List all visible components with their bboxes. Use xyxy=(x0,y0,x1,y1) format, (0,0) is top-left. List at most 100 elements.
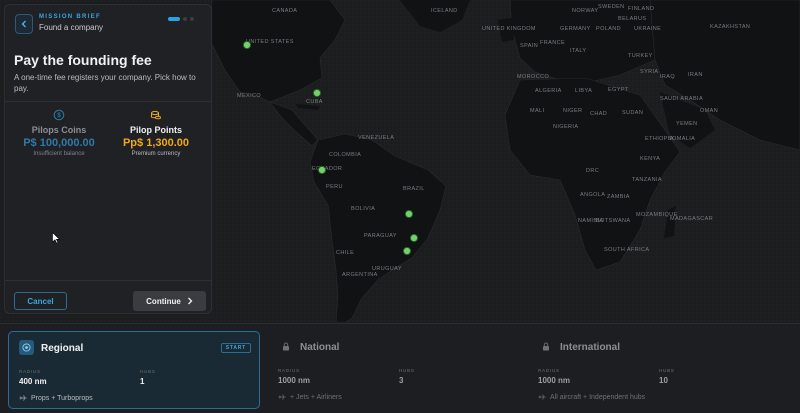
map-label: SWEDEN xyxy=(598,4,625,10)
tier-name: International xyxy=(560,342,621,353)
tier-card-regional[interactable]: Regional START RADIUS 400 nm HUBS 1 Prop… xyxy=(8,331,260,409)
map-label: SYRIA xyxy=(640,69,659,75)
radius-label: RADIUS xyxy=(538,368,560,373)
option-name: Pilops Coins xyxy=(31,125,87,135)
map-label: TURKEY xyxy=(628,53,653,59)
tier-card-international[interactable]: International RADIUS 1000 nm HUBS 10 All… xyxy=(528,331,780,409)
map-label: PARAGUAY xyxy=(364,233,397,239)
map-label: VENEZUELA xyxy=(358,135,394,141)
hubs-label: HUBS xyxy=(399,368,415,373)
lock-icon xyxy=(538,339,553,354)
map-label: CHILE xyxy=(336,250,354,256)
map-label: BRAZIL xyxy=(403,186,425,192)
radius-value: 1000 nm xyxy=(538,376,571,385)
map-label: MALI xyxy=(530,108,545,114)
map-label: IRAN xyxy=(688,72,703,78)
tier-footer-text: Props + Turboprops xyxy=(31,394,93,402)
plane-icon xyxy=(538,394,546,400)
map-label: UKRAINE xyxy=(634,26,661,32)
mouse-cursor-icon xyxy=(52,232,60,244)
tier-footer: All aircraft + Independent hubs xyxy=(538,393,645,401)
map-label: OMAN xyxy=(700,108,718,114)
chevron-right-icon xyxy=(187,297,193,305)
map-label: CUBA xyxy=(306,99,323,105)
map-label: COLOMBIA xyxy=(329,152,361,158)
chevron-left-icon xyxy=(21,20,26,28)
hub-marker xyxy=(404,209,414,219)
mission-brief-panel: MISSION BRIEF Found a company Pay the fo… xyxy=(4,4,212,314)
map-label: FRANCE xyxy=(540,40,565,46)
map-label: MADAGASCAR xyxy=(670,216,713,222)
option-note: Insufficient balance xyxy=(33,151,85,157)
tier-name: National xyxy=(300,342,340,353)
continue-label: Continue xyxy=(146,296,181,306)
map-label: ITALY xyxy=(570,48,586,54)
hub-marker xyxy=(312,88,322,98)
map-label: NIGER xyxy=(563,108,582,114)
target-icon xyxy=(19,340,34,355)
map-label: NIGERIA xyxy=(553,124,578,130)
back-button[interactable] xyxy=(15,14,33,34)
map-label: ZAMBIA xyxy=(607,194,630,200)
tier-footer: + Jets + Airliners xyxy=(278,393,342,401)
map-label: MOROCCO xyxy=(517,74,549,80)
map-label: SOMALIA xyxy=(668,136,695,142)
radius-value: 1000 nm xyxy=(278,376,311,385)
option-note: Premium currency xyxy=(131,151,181,157)
map-label: TANZANIA xyxy=(632,177,662,183)
tier-selector: Regional START RADIUS 400 nm HUBS 1 Prop… xyxy=(0,323,800,413)
map-label: CHAD xyxy=(590,111,607,117)
map-label: KENYA xyxy=(640,156,660,162)
hubs-value: 1 xyxy=(140,377,145,386)
tier-card-national[interactable]: National RADIUS 1000 nm HUBS 3 + Jets + … xyxy=(268,331,520,409)
map-label: GERMANY xyxy=(560,26,591,32)
hubs-value: 3 xyxy=(399,376,404,385)
map-label: SAUDI ARABIA xyxy=(660,96,703,102)
divider xyxy=(5,280,211,281)
cancel-button[interactable]: Cancel xyxy=(14,292,67,310)
tier-footer: Props + Turboprops xyxy=(19,394,93,402)
divider xyxy=(5,101,211,102)
tier-name: Regional xyxy=(41,343,84,354)
plane-icon xyxy=(278,394,286,400)
map-label: NORWAY xyxy=(572,8,598,14)
continue-button[interactable]: Continue xyxy=(133,291,206,311)
tier-footer-text: + Jets + Airliners xyxy=(290,393,342,401)
radius-label: RADIUS xyxy=(278,368,300,373)
option-name: Pilop Points xyxy=(129,125,182,135)
lock-icon xyxy=(278,339,293,354)
map-label: MEXICO xyxy=(237,93,261,99)
map-label: POLAND xyxy=(596,26,621,32)
start-badge: START xyxy=(220,343,251,353)
map-label: PERU xyxy=(326,184,343,190)
hub-marker xyxy=(317,165,327,175)
map-label: UNITED KINGDOM xyxy=(482,26,536,32)
coins-stack-icon xyxy=(151,110,161,120)
fee-description: A one-time fee registers your company. P… xyxy=(14,73,196,93)
hub-marker xyxy=(402,246,412,256)
hubs-label: HUBS xyxy=(659,368,675,373)
pay-with-pilops-coins[interactable]: $ Pilops Coins P$ 100,000.00 Insufficien… xyxy=(13,109,105,169)
radius-value: 400 nm xyxy=(19,377,47,386)
brief-subtitle: Found a company xyxy=(39,23,104,32)
option-value: Pp$ 1,300.00 xyxy=(122,137,190,149)
plane-icon xyxy=(19,395,27,401)
step-dot xyxy=(190,17,194,21)
map-label: ECUADOR xyxy=(312,166,342,172)
map-label: SOUTH AFRICA xyxy=(604,247,649,253)
map-label: ICELAND xyxy=(431,8,458,14)
map-label: CANADA xyxy=(272,8,297,14)
step-indicator xyxy=(168,17,194,21)
option-value: P$ 100,000.00 xyxy=(23,137,95,149)
map-label: ARGENTINA xyxy=(342,272,378,278)
map-label: UNITED STATES xyxy=(246,39,294,45)
coin-icon: $ xyxy=(53,109,65,121)
map-label: BELARUS xyxy=(618,16,646,22)
map-label: ANGOLA xyxy=(580,192,605,198)
hub-marker xyxy=(409,233,419,243)
map-label: KAZAKHSTAN xyxy=(710,24,750,30)
map-label: LIBYA xyxy=(575,88,592,94)
map-label: SPAIN xyxy=(520,43,538,49)
pay-with-pilop-points[interactable]: Pilop Points Pp$ 1,300.00 Premium curren… xyxy=(110,109,202,169)
fee-title: Pay the founding fee xyxy=(14,52,152,68)
